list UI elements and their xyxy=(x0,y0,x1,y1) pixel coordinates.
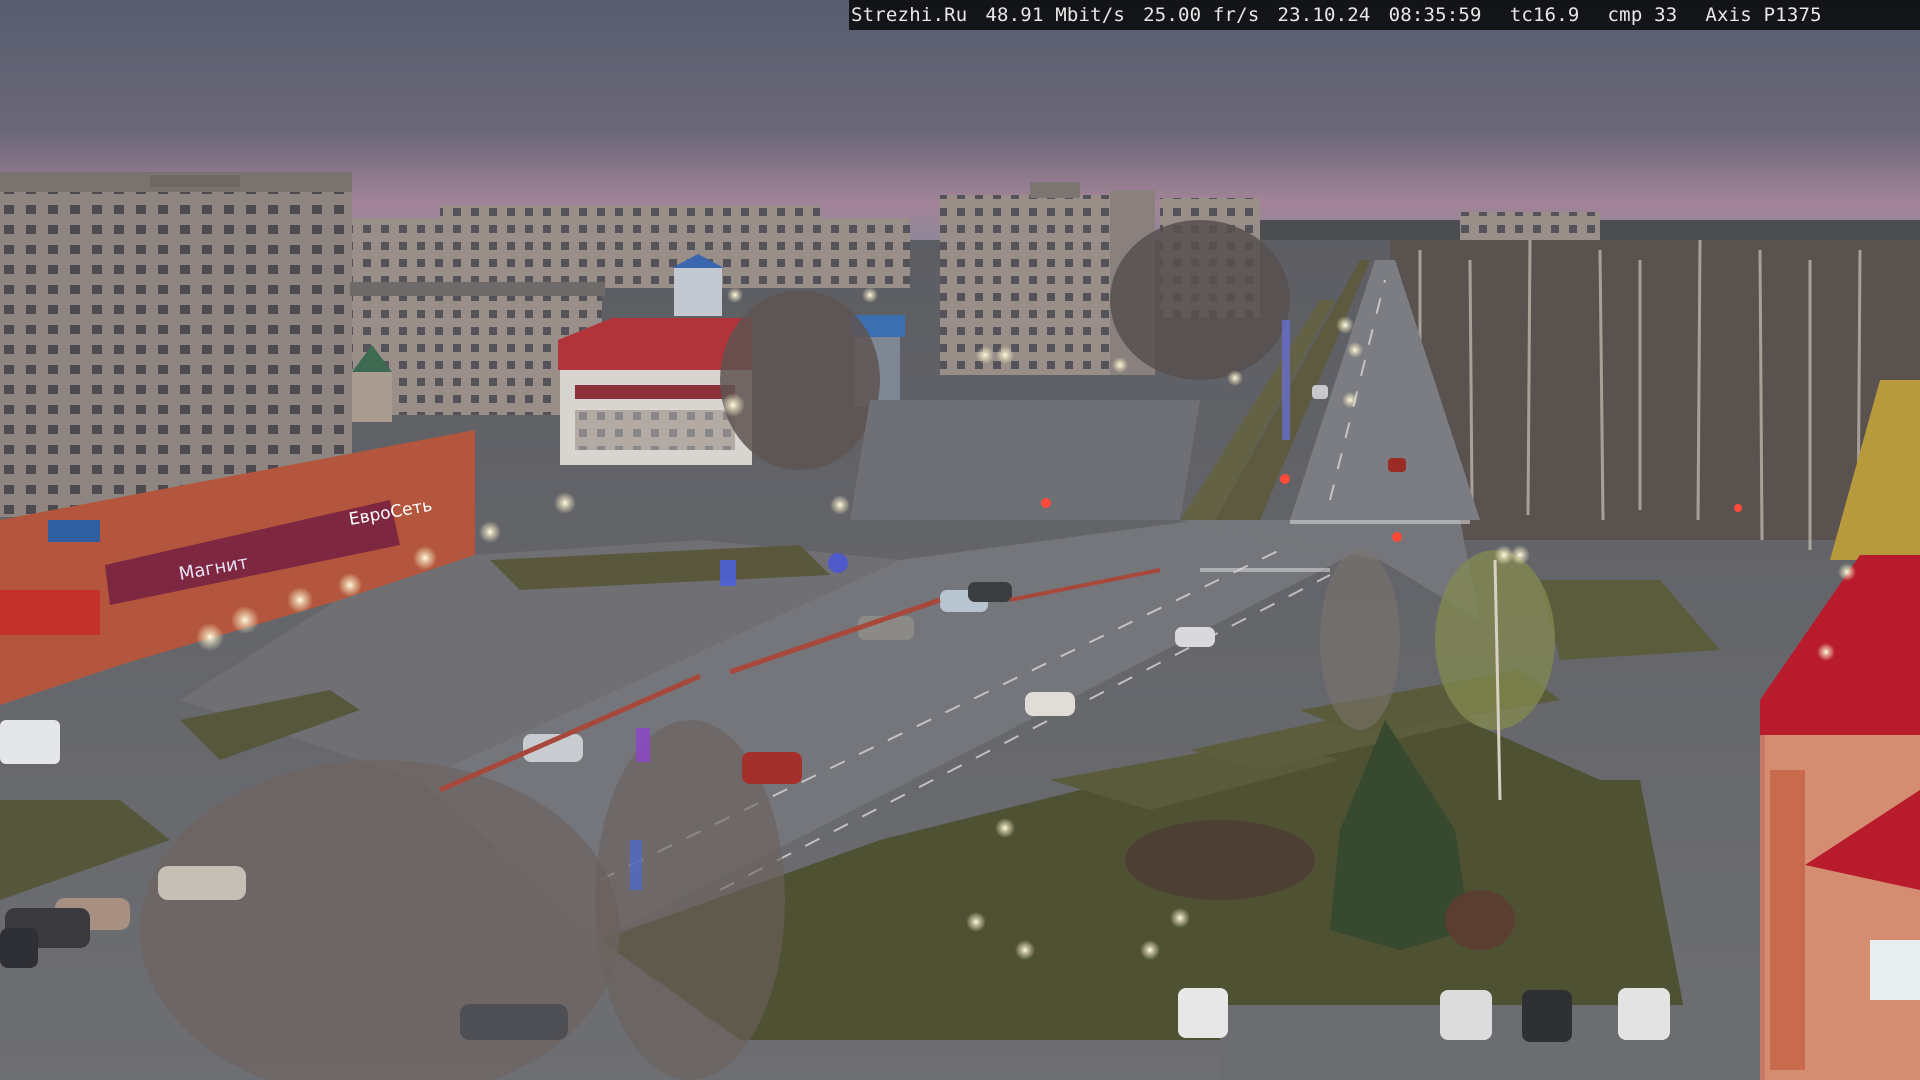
osd-cmp: cmp 33 xyxy=(1607,4,1678,26)
osd-bitrate: 48.91 Mbit/s xyxy=(985,4,1126,26)
camera-osd-overlay: Strezhi.Ru 48.91 Mbit/s 25.00 fr/s 23.10.24… xyxy=(849,0,1920,30)
camera-view: Магнит ЕвроСеть Strezhi.Ru 48.91 Mbit/s … xyxy=(0,0,1920,1080)
osd-site: Strezhi.Ru xyxy=(851,4,968,26)
osd-tc: tc16.9 xyxy=(1509,4,1580,26)
osd-date: 23.10.24 xyxy=(1277,4,1371,26)
osd-time: 08:35:59 xyxy=(1388,4,1482,26)
street-scene-image: Магнит ЕвроСеть xyxy=(0,0,1920,1080)
osd-camera-model: Axis P1375 xyxy=(1705,4,1822,26)
osd-framerate: 25.00 fr/s xyxy=(1143,4,1260,26)
